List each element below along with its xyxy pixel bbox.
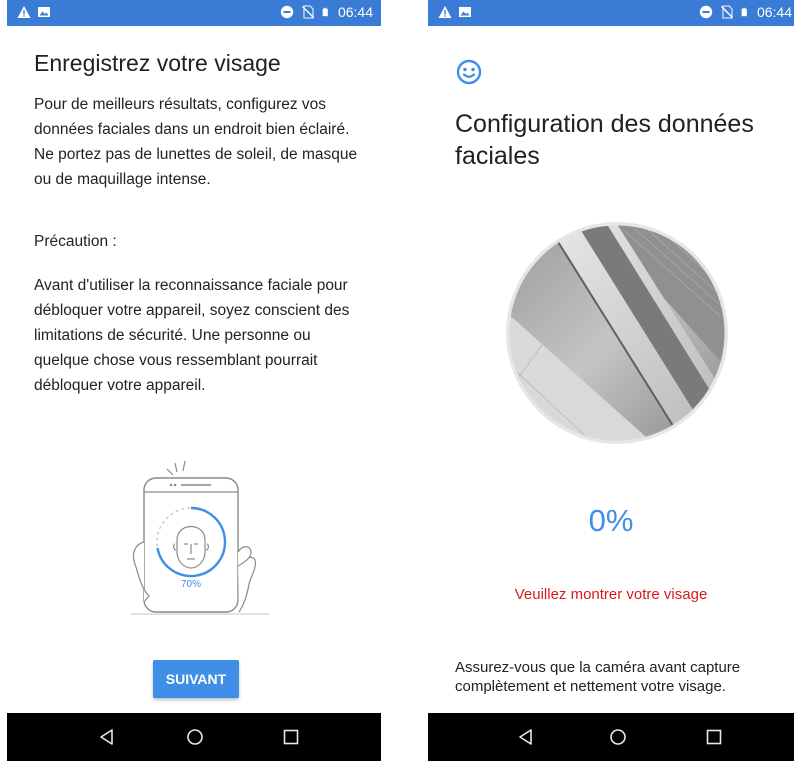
image-icon (459, 7, 471, 17)
face-scan-illustration: 70% (131, 460, 269, 615)
smiley-face-icon (456, 59, 482, 85)
left-screen: 06:44 Enregistrez votre visage Pour de m… (7, 0, 381, 761)
do-not-disturb-icon (699, 5, 713, 19)
battery-icon (322, 7, 328, 17)
back-icon[interactable] (95, 725, 119, 749)
image-icon (38, 7, 50, 17)
illustration-percent: 70% (181, 579, 201, 590)
recents-icon[interactable] (702, 725, 726, 749)
sparkle-icon (166, 460, 186, 476)
intro-text: Pour de meilleurs résultats, configurez … (34, 96, 358, 188)
do-not-disturb-icon (280, 5, 294, 19)
page-title: Enregistrez votre visage (34, 50, 281, 76)
back-icon[interactable] (514, 725, 538, 749)
no-sim-icon (301, 5, 314, 19)
navigation-bar (428, 713, 794, 761)
battery-icon (741, 7, 747, 17)
hint-text: Assurez-vous que la caméra avant capture… (455, 659, 741, 695)
home-icon[interactable] (183, 725, 207, 749)
next-button[interactable]: SUIVANT (153, 660, 239, 698)
caution-text: Avant d'utiliser la reconnaissance facia… (34, 277, 350, 394)
status-bar: 06:44 (428, 0, 794, 26)
progress-percent: 0% (588, 503, 634, 538)
camera-preview (506, 222, 728, 444)
warning-icon (17, 6, 31, 18)
no-sim-icon (720, 5, 733, 19)
caution-label: Précaution : (34, 233, 117, 250)
status-bar: 06:44 (7, 0, 381, 26)
home-icon[interactable] (606, 725, 630, 749)
page-title: Configuration des données faciales (455, 110, 754, 170)
right-screen: 06:44 Configuration des données faciales (428, 0, 794, 761)
recents-icon[interactable] (279, 725, 303, 749)
warning-message: Veuillez montrer votre visage (514, 586, 708, 603)
warning-icon (438, 6, 452, 18)
status-time: 06:44 (756, 4, 792, 20)
navigation-bar (7, 713, 381, 761)
status-time: 06:44 (337, 4, 373, 20)
